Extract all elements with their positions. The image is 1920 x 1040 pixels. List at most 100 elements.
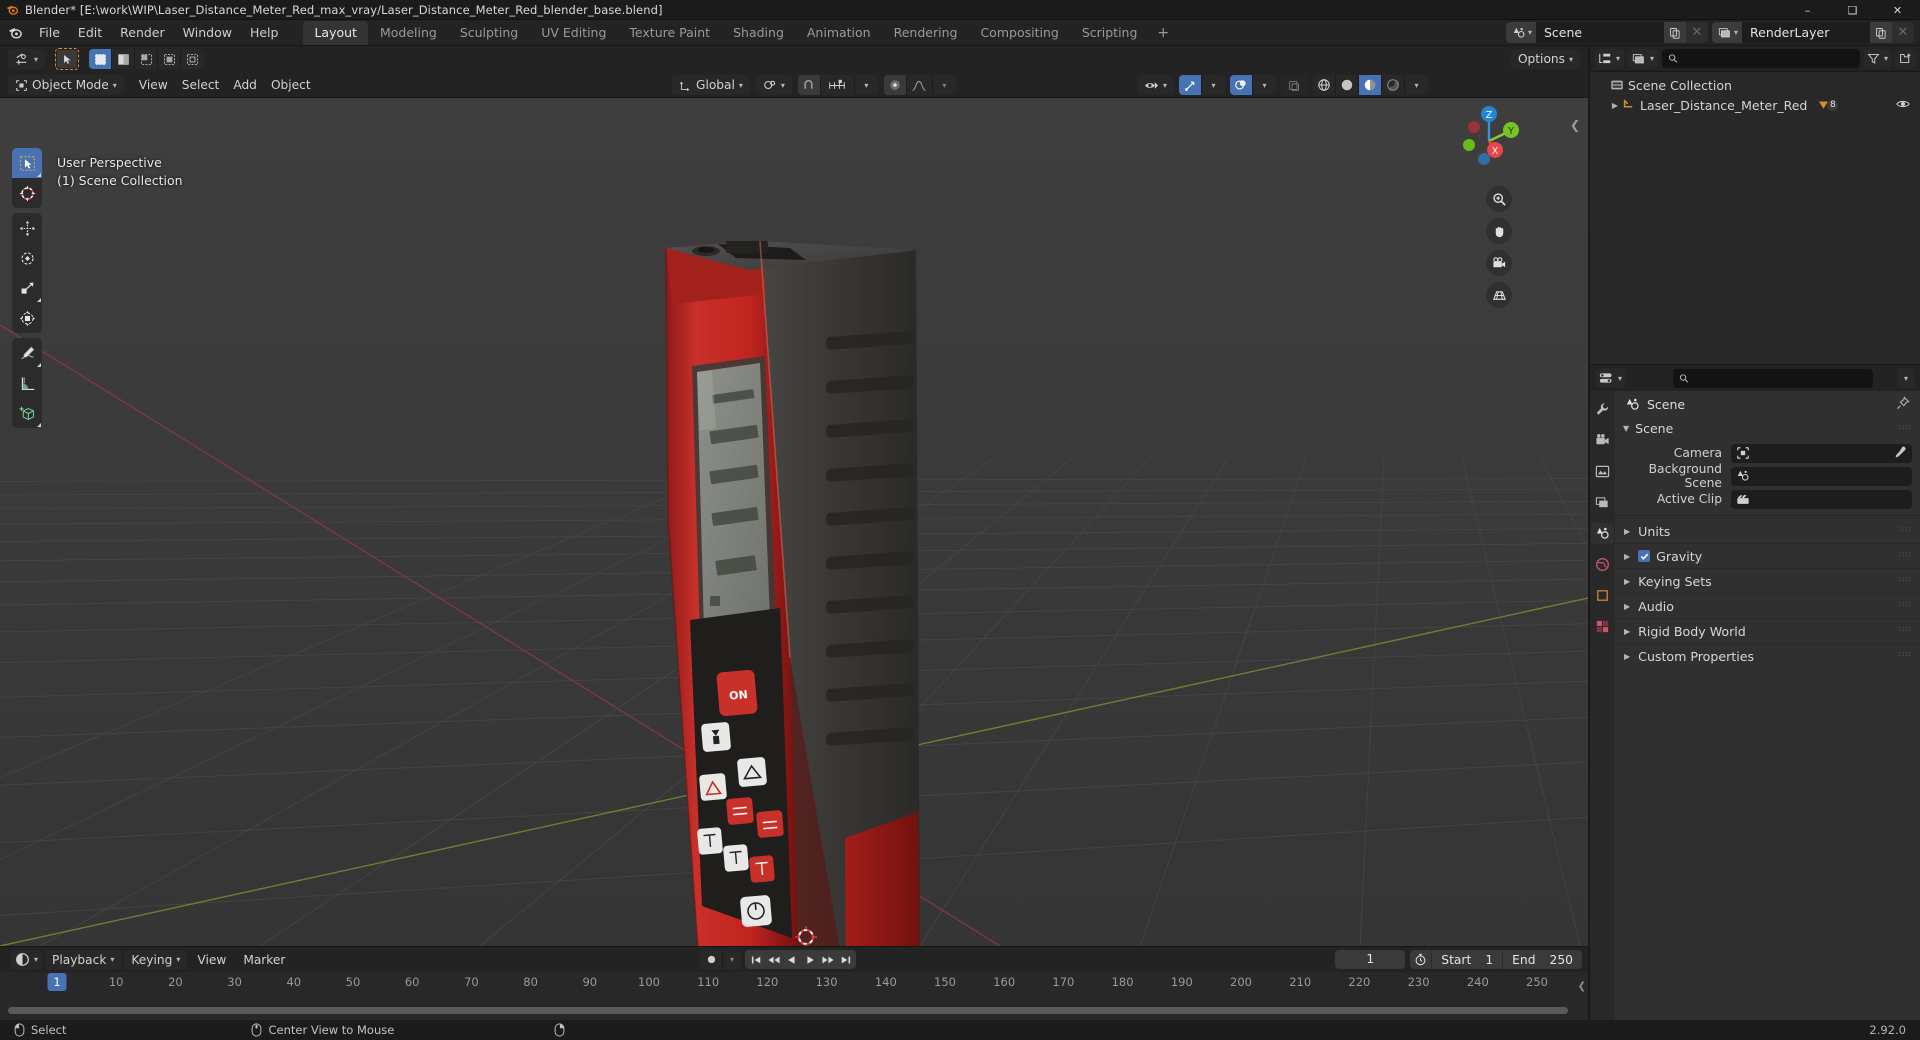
tab-scene-icon[interactable] bbox=[1591, 523, 1614, 544]
panel-expand-arrow-icon[interactable]: ▶ bbox=[1624, 527, 1630, 536]
outliner-search-field[interactable] bbox=[1683, 51, 1854, 66]
tab-texture-icon[interactable] bbox=[1591, 616, 1614, 637]
3d-viewport[interactable]: ▾ Object Mode ▾ View Select Add Object G… bbox=[0, 46, 1588, 946]
transform-orientation-dropdown[interactable]: Global ▾ bbox=[672, 75, 750, 95]
proportional-edit-icon[interactable] bbox=[883, 75, 907, 95]
transform-tool[interactable] bbox=[12, 303, 42, 333]
tab-compositing[interactable]: Compositing bbox=[969, 21, 1069, 45]
material-preview-shading-icon[interactable] bbox=[1359, 75, 1382, 95]
close-button[interactable]: ✕ bbox=[1875, 0, 1920, 20]
jump-to-start-button[interactable] bbox=[747, 950, 764, 969]
panel-expand-arrow-icon[interactable]: ▶ bbox=[1624, 602, 1630, 611]
section-gravity[interactable]: ▶ Gravity :::: bbox=[1615, 543, 1920, 568]
view-layer-icon[interactable]: ▾ bbox=[1711, 22, 1742, 43]
snapping-group[interactable]: ▾ bbox=[797, 75, 878, 95]
section-rigid-body-world[interactable]: ▶ Rigid Body World :::: bbox=[1615, 618, 1920, 643]
tab-texture-paint[interactable]: Texture Paint bbox=[618, 21, 721, 45]
timeline-menu-playback[interactable]: Playback ▾ bbox=[45, 949, 122, 970]
panel-expand-arrow-icon[interactable]: ▶ bbox=[1624, 652, 1630, 661]
active-clip-field[interactable] bbox=[1731, 489, 1912, 509]
properties-search-input[interactable] bbox=[1673, 368, 1874, 388]
background-scene-field[interactable] bbox=[1731, 466, 1912, 486]
shading-dropdown-caret[interactable]: ▾ bbox=[1405, 75, 1428, 95]
tab-modeling[interactable]: Modeling bbox=[369, 21, 448, 45]
expand-arrow-icon[interactable]: ▶ bbox=[1608, 101, 1622, 110]
move-tool[interactable] bbox=[12, 213, 42, 243]
shading-mode-group[interactable]: ▾ bbox=[1313, 75, 1428, 95]
overlays-icon[interactable] bbox=[1230, 75, 1253, 95]
section-keying-sets[interactable]: ▶ Keying Sets :::: bbox=[1615, 568, 1920, 593]
viewport-menu-select[interactable]: Select bbox=[175, 75, 227, 95]
tab-view-layer-icon[interactable] bbox=[1591, 492, 1614, 513]
scene-panel-header[interactable]: ▼ Scene :::: bbox=[1615, 417, 1920, 440]
maximize-button[interactable]: ❑ bbox=[1830, 0, 1875, 20]
timeline-editor[interactable]: ▾ Playback ▾ Keying ▾ View Marker ▾ 1 St… bbox=[0, 946, 1588, 1020]
add-workspace-button[interactable]: + bbox=[1149, 23, 1177, 43]
sidebar-collapse-arrow-icon[interactable]: ❮ bbox=[1570, 118, 1580, 132]
blender-menu-icon[interactable] bbox=[0, 25, 30, 40]
viewport-canvas[interactable]: ON bbox=[0, 98, 1588, 946]
tab-sculpting[interactable]: Sculpting bbox=[449, 21, 529, 45]
eyedropper-icon[interactable] bbox=[1894, 446, 1907, 463]
auto-keying-group[interactable]: ▾ bbox=[700, 949, 741, 970]
delete-scene-button[interactable]: ✕ bbox=[1685, 22, 1708, 43]
pan-hand-icon[interactable] bbox=[1486, 218, 1512, 244]
zoom-icon[interactable] bbox=[1486, 186, 1512, 212]
outliner-display-mode-button[interactable]: ▾ bbox=[1628, 48, 1659, 69]
select-extend-icon[interactable] bbox=[112, 49, 136, 69]
orthographic-toggle-icon[interactable] bbox=[1486, 282, 1512, 308]
jump-to-end-button[interactable] bbox=[837, 950, 854, 969]
view-layer-name-field[interactable]: RenderLayer bbox=[1742, 22, 1870, 43]
select-mode-group[interactable] bbox=[89, 49, 205, 69]
camera-field[interactable] bbox=[1731, 443, 1912, 463]
tab-output-icon[interactable] bbox=[1591, 461, 1614, 482]
select-subtract-icon[interactable] bbox=[135, 49, 159, 69]
section-audio[interactable]: ▶ Audio :::: bbox=[1615, 593, 1920, 618]
add-cube-tool[interactable] bbox=[12, 398, 42, 428]
visibility-eye-icon[interactable] bbox=[1896, 97, 1910, 114]
select-intersect-icon[interactable] bbox=[181, 49, 205, 69]
panel-expand-arrow-icon[interactable]: ▶ bbox=[1624, 552, 1630, 561]
snap-dropdown-caret[interactable]: ▾ bbox=[854, 75, 878, 95]
properties-editor-type-button[interactable]: ▾ bbox=[1595, 368, 1627, 388]
section-custom-properties[interactable]: ▶ Custom Properties :::: bbox=[1615, 643, 1920, 668]
start-frame-field[interactable]: Start 1 bbox=[1432, 950, 1504, 969]
timeline-menu-view[interactable]: View bbox=[190, 950, 233, 970]
properties-search-field[interactable] bbox=[1694, 371, 1868, 385]
xray-toggle-button[interactable] bbox=[1281, 75, 1308, 95]
navigation-gizmo[interactable]: Z Y X bbox=[1452, 101, 1526, 175]
solid-shading-icon[interactable] bbox=[1336, 75, 1359, 95]
next-keyframe-button[interactable] bbox=[819, 950, 836, 969]
panel-expand-arrow-icon[interactable]: ▼ bbox=[1623, 424, 1629, 433]
tab-animation[interactable]: Animation bbox=[796, 21, 882, 45]
outliner-filter-button[interactable]: ▾ bbox=[1863, 48, 1891, 69]
rotate-tool[interactable] bbox=[12, 243, 42, 273]
timeline-editor-type-button[interactable]: ▾ bbox=[11, 949, 43, 970]
properties-editor[interactable]: ▾ ▾ Scene ▼ Scene:::: Camera Background… bbox=[1589, 364, 1920, 1027]
pin-id-icon[interactable] bbox=[1896, 396, 1910, 413]
wireframe-shading-icon[interactable] bbox=[1313, 75, 1336, 95]
rendered-shading-icon[interactable] bbox=[1382, 75, 1405, 95]
gizmo-toggle-group[interactable]: ▾ bbox=[1179, 75, 1225, 95]
scene-selector[interactable]: ▾ Scene ✕ bbox=[1505, 22, 1708, 43]
tab-render-icon[interactable] bbox=[1591, 430, 1614, 451]
timeline-ruler[interactable]: 10 20 30 40 50 60 70 80 90 100 110 120 130 140 150 160 1… bbox=[0, 972, 1588, 996]
overlays-dropdown-caret[interactable]: ▾ bbox=[1253, 75, 1276, 95]
minimize-button[interactable]: – bbox=[1785, 0, 1830, 20]
new-view-layer-button[interactable] bbox=[1870, 22, 1892, 43]
properties-options-caret[interactable]: ▾ bbox=[1896, 368, 1915, 388]
falloff-dropdown-caret[interactable]: ▾ bbox=[932, 75, 956, 95]
tab-layout[interactable]: Layout bbox=[303, 20, 368, 45]
timeline-scrollbar[interactable] bbox=[8, 1007, 1578, 1014]
outliner-editor[interactable]: ▾ ▾ ▾ Scene Collection ▶ Laser_Distance_… bbox=[1589, 46, 1920, 364]
tweak-select-tool[interactable] bbox=[12, 148, 42, 178]
viewport-menu-view[interactable]: View bbox=[132, 75, 175, 95]
outliner-search-input[interactable] bbox=[1662, 49, 1860, 68]
viewport-menu-object[interactable]: Object bbox=[264, 75, 318, 95]
new-collection-button[interactable] bbox=[1895, 48, 1916, 69]
tab-uv-editing[interactable]: UV Editing bbox=[530, 21, 617, 45]
object-mode-dropdown[interactable]: Object Mode ▾ bbox=[8, 75, 124, 95]
falloff-curve-icon[interactable] bbox=[906, 75, 933, 95]
snap-magnet-icon[interactable] bbox=[797, 75, 821, 95]
proportional-edit-group[interactable]: ▾ bbox=[883, 75, 956, 95]
